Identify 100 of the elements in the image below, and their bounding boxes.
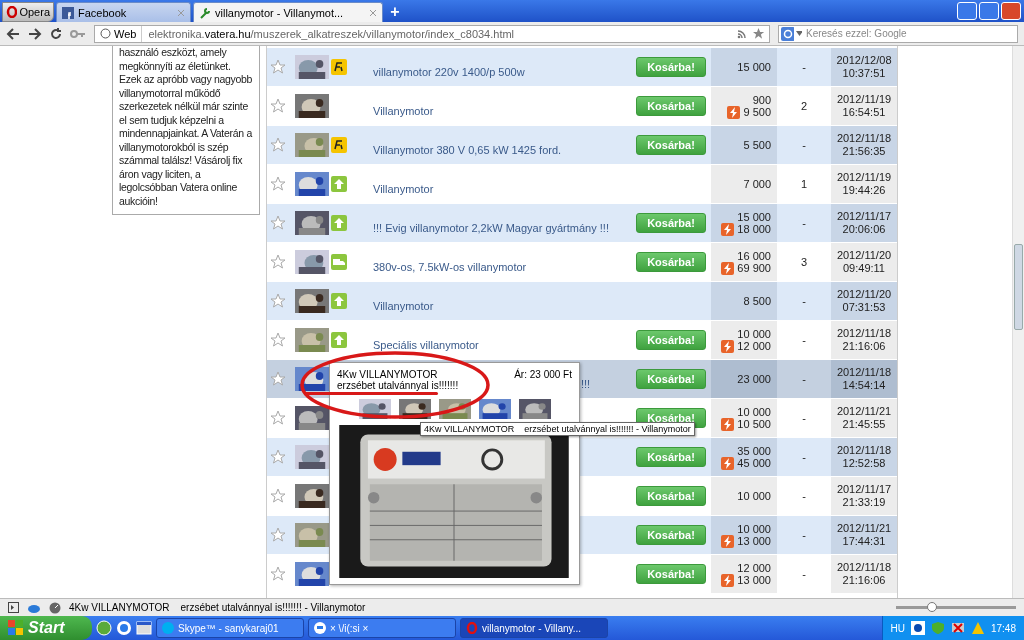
scrollbar[interactable] bbox=[1012, 46, 1024, 598]
price-cell: 15 000 bbox=[711, 48, 777, 86]
end-date-cell: 2012/11/20 07:31:53 bbox=[831, 282, 897, 320]
listing-row[interactable]: !!! Evig villanymotor 2,2kW Magyar gyártmány !!! Kosárba! 15 000 18 000 - 2012/11/17 20:06:06 bbox=[267, 204, 897, 243]
star-icon[interactable] bbox=[270, 59, 286, 75]
price-cell: 15 000 18 000 bbox=[711, 204, 777, 242]
status-text: 4Kw VILLANYMOTOR erzsébet utalvánnyal is!!!!!!! - Villanymotor bbox=[69, 602, 366, 613]
fix-icon bbox=[331, 137, 347, 153]
address-field[interactable]: Web elektronika.vatera.hu/muszerek_alkatreszek/villanymotor/index_c8034.html bbox=[94, 24, 770, 43]
window-icon[interactable] bbox=[136, 620, 152, 636]
lightning-icon bbox=[721, 534, 735, 548]
reload-icon[interactable] bbox=[50, 27, 62, 40]
listing-row[interactable]: villanymotor 220v 1400/p 500w Kosárba! 15 000 - 2012/12/08 10:37:51 bbox=[267, 48, 897, 87]
preview-price: Ár: 23 000 Ft bbox=[514, 369, 572, 382]
listing-row[interactable]: Villanymotor 8 500 - 2012/11/20 07:31:53 bbox=[267, 282, 897, 321]
network-icon[interactable] bbox=[950, 621, 965, 635]
new-tab-button[interactable]: + bbox=[385, 2, 405, 22]
listing-row[interactable]: Villanymotor 380 V 0,65 kW 1425 ford. Kosárba! 5 500 - 2012/11/18 21:56:35 bbox=[267, 126, 897, 165]
end-date-cell: 2012/11/17 20:06:06 bbox=[831, 204, 897, 242]
price-cell: 900 9 500 bbox=[711, 87, 777, 125]
arrow-up-icon bbox=[331, 215, 347, 231]
bid-count: - bbox=[801, 139, 807, 151]
listing-title[interactable]: Villanymotor bbox=[355, 173, 636, 195]
star-icon[interactable] bbox=[270, 137, 286, 153]
star-icon[interactable] bbox=[270, 410, 286, 426]
price-cell: 7 000 bbox=[711, 165, 777, 203]
price-cell: 10 000 13 000 bbox=[711, 516, 777, 554]
arrow-up-icon bbox=[331, 176, 347, 192]
tooltip: 4Kw VILLANYMOTOR erzsébet utalvánnyal is!!!!!!! - Villanymotor bbox=[420, 422, 695, 436]
star-icon[interactable] bbox=[270, 254, 286, 270]
price-cell: 16 000 69 900 bbox=[711, 243, 777, 281]
lightning-icon bbox=[721, 417, 735, 431]
bid-count: - bbox=[801, 451, 807, 463]
opera-logo-icon bbox=[6, 6, 18, 18]
wrench-icon bbox=[199, 6, 211, 19]
panel-icon[interactable] bbox=[8, 602, 19, 613]
lightning-icon bbox=[727, 105, 741, 119]
bid-count: - bbox=[801, 529, 807, 541]
price-cell: 5 500 bbox=[711, 126, 777, 164]
star-icon[interactable] bbox=[270, 215, 286, 231]
close-icon[interactable] bbox=[369, 8, 377, 17]
key-icon[interactable] bbox=[70, 28, 86, 39]
bid-count: 2 bbox=[799, 100, 809, 112]
warning-icon[interactable] bbox=[970, 621, 985, 635]
opera-menu-button[interactable]: Opera bbox=[2, 2, 54, 22]
browser-tab[interactable]: villanymotor - Villanymot... bbox=[193, 2, 383, 22]
star-icon[interactable] bbox=[270, 98, 286, 114]
price-cell: 10 000 12 000 bbox=[711, 321, 777, 359]
star-icon[interactable] bbox=[270, 371, 286, 387]
bid-count: - bbox=[801, 217, 807, 229]
taskbar-button[interactable]: × \/i(:si × bbox=[308, 618, 456, 638]
arrow-up-icon bbox=[331, 332, 347, 348]
forward-icon[interactable] bbox=[28, 27, 42, 40]
star-icon[interactable] bbox=[270, 527, 286, 543]
star-icon[interactable] bbox=[752, 27, 765, 40]
maximize-button[interactable] bbox=[979, 2, 999, 20]
end-date-cell: 2012/11/18 21:16:06 bbox=[831, 321, 897, 359]
listing-title[interactable]: Villanymotor bbox=[355, 95, 636, 117]
price-cell: 12 000 13 000 bbox=[711, 555, 777, 593]
end-date-cell: 2012/11/18 14:54:14 bbox=[831, 360, 897, 398]
bid-count: - bbox=[801, 373, 807, 385]
taskbar-button[interactable]: Skype™ - sanykaraj01 bbox=[156, 618, 304, 638]
url-text: elektronika.vatera.hu/muszerek_alkatreszek/villanymotor/index_c8034.html bbox=[147, 27, 516, 40]
fix-icon bbox=[331, 59, 347, 75]
star-icon[interactable] bbox=[270, 332, 286, 348]
scrollbar-thumb[interactable] bbox=[1014, 244, 1023, 330]
star-icon[interactable] bbox=[270, 176, 286, 192]
cloud-icon[interactable] bbox=[27, 602, 41, 613]
end-date-cell: 2012/12/08 10:37:51 bbox=[831, 48, 897, 86]
close-icon[interactable] bbox=[177, 8, 185, 17]
price-cell: 23 000 bbox=[711, 360, 777, 398]
web-badge[interactable]: Web bbox=[95, 25, 143, 42]
skype-icon bbox=[162, 622, 174, 634]
listing-title[interactable]: Speciális villanymotor bbox=[355, 329, 636, 351]
lightning-icon bbox=[721, 573, 735, 587]
end-date-cell: 2012/11/18 21:16:06 bbox=[831, 555, 897, 593]
star-icon[interactable] bbox=[270, 449, 286, 465]
lightning-icon bbox=[721, 222, 735, 236]
slider-thumb[interactable] bbox=[927, 602, 937, 612]
close-button[interactable] bbox=[1001, 2, 1021, 20]
star-icon[interactable] bbox=[270, 566, 286, 582]
back-icon[interactable] bbox=[6, 27, 20, 40]
arrow-up-icon bbox=[331, 293, 347, 309]
bid-count: - bbox=[801, 61, 807, 73]
listing-title[interactable]: Villanymotor 380 V 0,65 kW 1425 ford. bbox=[355, 134, 636, 156]
end-date-cell: 2012/11/21 21:45:55 bbox=[831, 399, 897, 437]
browser-tab[interactable]: Facebook bbox=[56, 2, 191, 22]
rss-icon[interactable] bbox=[737, 28, 748, 39]
star-icon[interactable] bbox=[270, 488, 286, 504]
listing-title[interactable]: villanymotor 220v 1400/p 500w bbox=[355, 56, 636, 78]
listing-title[interactable]: !!! Evig villanymotor 2,2kW Magyar gyártmány !!! bbox=[355, 212, 636, 234]
end-date-cell: 2012/11/19 16:54:51 bbox=[831, 87, 897, 125]
price-cell: 10 000 bbox=[711, 477, 777, 515]
minimize-button[interactable] bbox=[957, 2, 977, 20]
listing-title[interactable]: Villanymotor bbox=[355, 290, 636, 312]
star-icon[interactable] bbox=[270, 293, 286, 309]
listing-title[interactable]: 380v-os, 7.5kW-os villanymotor bbox=[355, 251, 636, 273]
taskbar-button[interactable]: villanymotor - Villany... bbox=[460, 618, 608, 638]
bid-count: - bbox=[801, 490, 807, 502]
speedometer-icon[interactable] bbox=[49, 601, 61, 614]
